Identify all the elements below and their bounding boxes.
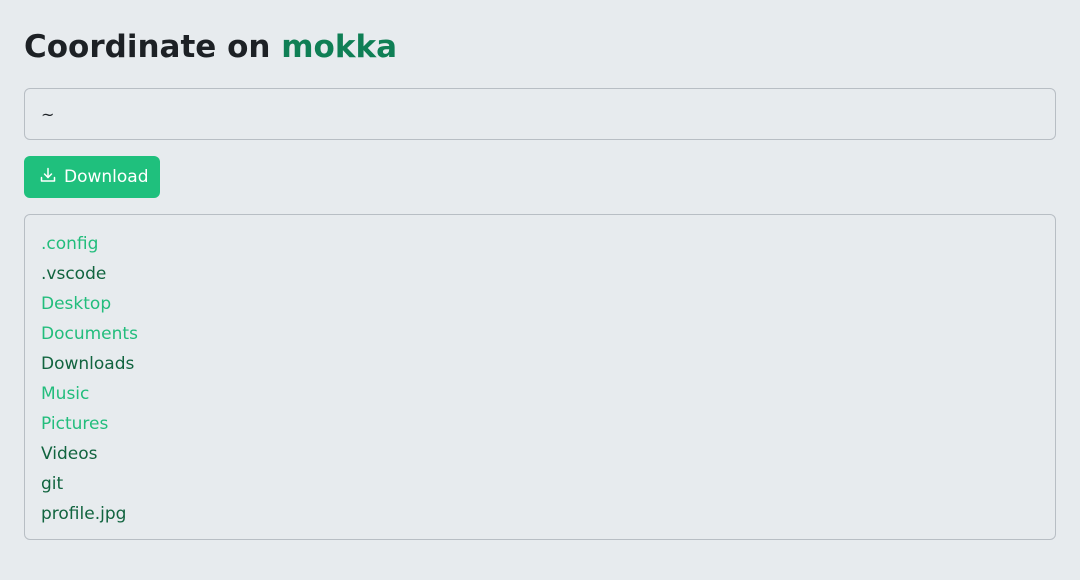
file-name: profile.jpg [41,504,127,524]
file-name: Pictures [41,414,109,434]
file-name: Documents [41,324,138,344]
host-name: mokka [281,29,397,65]
download-icon [40,167,56,183]
list-item[interactable]: Pictures [41,409,1039,439]
list-item[interactable]: Videos [41,439,1039,469]
list-item[interactable]: Documents [41,319,1039,349]
list-item[interactable]: profile.jpg [41,499,1039,529]
page-title: Coordinate on mokka [24,27,397,67]
list-item[interactable]: .config [41,229,1039,259]
file-name: Music [41,384,90,404]
path-input[interactable] [24,88,1056,140]
file-list: .config .vscode Desktop Documents Downlo… [24,214,1056,540]
list-item[interactable]: Desktop [41,289,1039,319]
download-button-label: Download [64,167,149,187]
download-button[interactable]: Download [24,156,160,198]
file-name: Downloads [41,354,135,374]
file-name: Desktop [41,294,112,314]
list-item[interactable]: .vscode [41,259,1039,289]
page: Coordinate on mokka Download .config .vs… [0,0,1080,580]
file-name: Videos [41,444,98,464]
list-item[interactable]: git [41,469,1039,499]
file-name: git [41,474,64,494]
file-name: .vscode [41,264,107,284]
list-item[interactable]: Music [41,379,1039,409]
list-item[interactable]: Downloads [41,349,1039,379]
title-prefix: Coordinate on [24,29,282,65]
file-name: .config [41,234,99,254]
